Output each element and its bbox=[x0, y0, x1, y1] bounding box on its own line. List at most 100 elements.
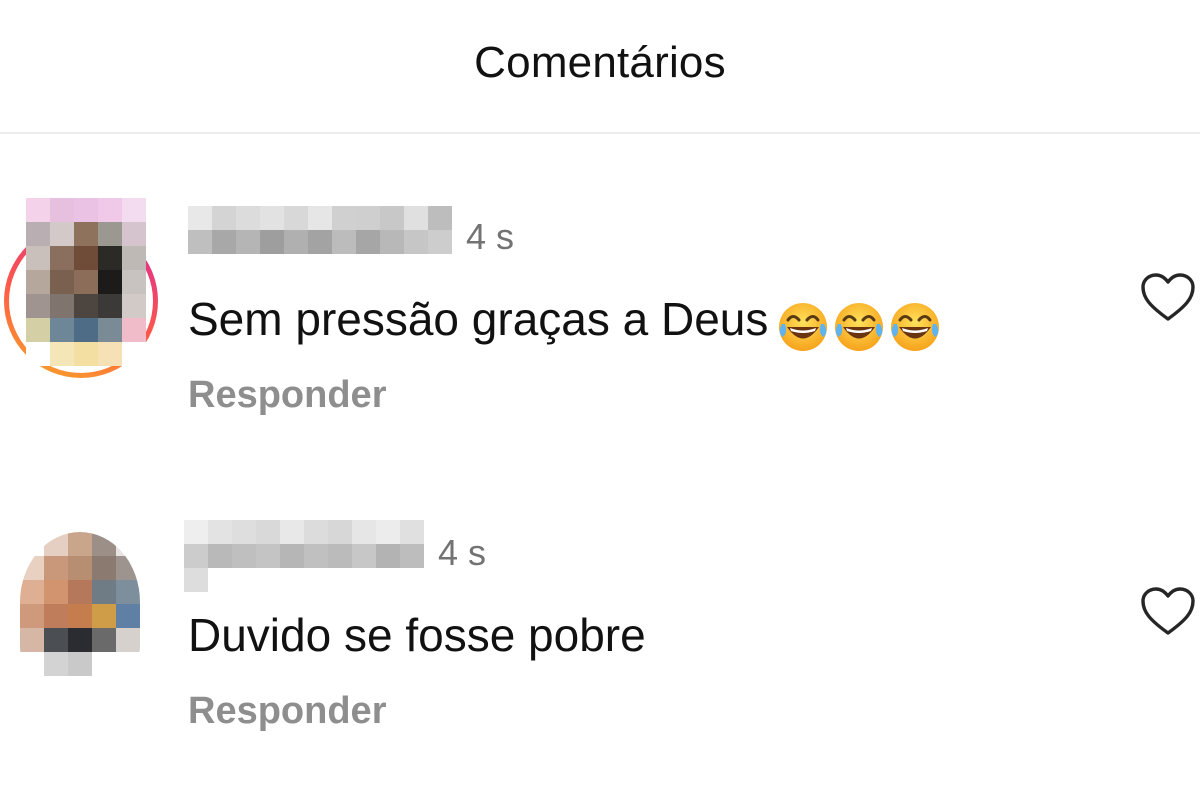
mosaic-cell bbox=[92, 604, 116, 628]
mosaic-cell bbox=[400, 520, 424, 544]
mosaic-cell bbox=[44, 556, 68, 580]
mosaic-cell bbox=[20, 556, 44, 580]
mosaic-cell bbox=[92, 652, 116, 676]
mosaic-cell bbox=[304, 568, 328, 592]
mosaic-cell bbox=[284, 230, 308, 254]
mosaic-cell bbox=[20, 604, 44, 628]
mosaic-cell bbox=[356, 206, 380, 230]
avatar[interactable] bbox=[26, 198, 146, 372]
mosaic-cell bbox=[208, 568, 232, 592]
mosaic-cell bbox=[26, 222, 50, 246]
mosaic-cell bbox=[380, 206, 404, 230]
mosaic-cell bbox=[400, 568, 424, 592]
mosaic-cell bbox=[74, 198, 98, 222]
mosaic-cell bbox=[68, 628, 92, 652]
mosaic-cell bbox=[68, 604, 92, 628]
mosaic-cell bbox=[256, 520, 280, 544]
mosaic-cell bbox=[50, 342, 74, 366]
mosaic-cell bbox=[44, 628, 68, 652]
face-with-tears-of-joy-icon bbox=[832, 300, 886, 354]
reply-button[interactable]: Responder bbox=[188, 690, 386, 733]
mosaic-cell bbox=[68, 532, 92, 556]
mosaic-cell bbox=[98, 270, 122, 294]
mosaic-cell bbox=[352, 568, 376, 592]
mosaic-cell bbox=[92, 628, 116, 652]
heart-icon[interactable] bbox=[1140, 272, 1196, 324]
page-title: Comentários bbox=[474, 38, 726, 87]
mosaic-cell bbox=[232, 544, 256, 568]
mosaic-cell bbox=[98, 246, 122, 270]
mosaic-cell bbox=[212, 230, 236, 254]
mosaic-cell bbox=[256, 544, 280, 568]
mosaic-cell bbox=[50, 318, 74, 342]
mosaic-cell bbox=[122, 198, 146, 222]
mosaic-cell bbox=[184, 568, 208, 592]
mosaic-cell bbox=[50, 222, 74, 246]
mosaic-cell bbox=[232, 520, 256, 544]
mosaic-cell bbox=[400, 544, 424, 568]
mosaic-cell bbox=[376, 568, 400, 592]
mosaic-cell bbox=[20, 532, 44, 556]
mosaic-cell bbox=[122, 222, 146, 246]
mosaic-cell bbox=[352, 544, 376, 568]
mosaic-cell bbox=[92, 532, 116, 556]
username-blurred[interactable] bbox=[188, 206, 452, 264]
mosaic-cell bbox=[20, 652, 44, 676]
mosaic-cell bbox=[98, 342, 122, 366]
mosaic-cell bbox=[50, 246, 74, 270]
mosaic-cell bbox=[376, 544, 400, 568]
mosaic-cell bbox=[68, 580, 92, 604]
heart-icon[interactable] bbox=[1140, 586, 1196, 638]
comment-text: Duvido se fosse pobre bbox=[188, 608, 646, 662]
mosaic-cell bbox=[68, 556, 92, 580]
mosaic-cell bbox=[328, 568, 352, 592]
comment-body: Sem pressão graças a Deus bbox=[188, 293, 769, 345]
emoji-group bbox=[776, 296, 944, 354]
mosaic-cell bbox=[188, 206, 212, 230]
mosaic-cell bbox=[92, 556, 116, 580]
mosaic-cell bbox=[122, 270, 146, 294]
mosaic-cell bbox=[68, 652, 92, 676]
mosaic-cell bbox=[74, 270, 98, 294]
username-blurred[interactable] bbox=[184, 520, 424, 592]
reply-button[interactable]: Responder bbox=[188, 374, 386, 417]
mosaic-cell bbox=[44, 604, 68, 628]
mosaic-cell bbox=[44, 580, 68, 604]
mosaic-cell bbox=[404, 230, 428, 254]
mosaic-cell bbox=[284, 206, 308, 230]
mosaic-cell bbox=[184, 520, 208, 544]
mosaic-cell bbox=[50, 198, 74, 222]
mosaic-cell bbox=[328, 544, 352, 568]
mosaic-cell bbox=[352, 520, 376, 544]
mosaic-cell bbox=[74, 294, 98, 318]
mosaic-cell bbox=[122, 342, 146, 366]
mosaic-cell bbox=[308, 230, 332, 254]
mosaic-cell bbox=[116, 652, 140, 676]
mosaic-cell bbox=[428, 206, 452, 230]
mosaic-cell bbox=[304, 520, 328, 544]
mosaic-cell bbox=[26, 294, 50, 318]
mosaic-cell bbox=[376, 520, 400, 544]
mosaic-cell bbox=[98, 198, 122, 222]
mosaic-cell bbox=[260, 206, 284, 230]
mosaic-cell bbox=[44, 532, 68, 556]
mosaic-cell bbox=[50, 294, 74, 318]
mosaic-cell bbox=[260, 230, 284, 254]
mosaic-cell bbox=[280, 568, 304, 592]
mosaic-cell bbox=[332, 230, 356, 254]
comment-body: Duvido se fosse pobre bbox=[188, 609, 646, 661]
mosaic-cell bbox=[122, 246, 146, 270]
avatar[interactable] bbox=[20, 532, 140, 686]
mosaic-cell bbox=[236, 206, 260, 230]
mosaic-cell bbox=[26, 270, 50, 294]
mosaic-cell bbox=[356, 230, 380, 254]
mosaic-cell bbox=[92, 580, 116, 604]
mosaic-cell bbox=[308, 206, 332, 230]
mosaic-cell bbox=[404, 206, 428, 230]
mosaic-cell bbox=[380, 230, 404, 254]
mosaic-cell bbox=[208, 520, 232, 544]
mosaic-cell bbox=[280, 520, 304, 544]
mosaic-cell bbox=[98, 222, 122, 246]
comments-screen: Comentários 4 s Sem pressão graças a Deu… bbox=[0, 0, 1200, 800]
mosaic-cell bbox=[212, 206, 236, 230]
